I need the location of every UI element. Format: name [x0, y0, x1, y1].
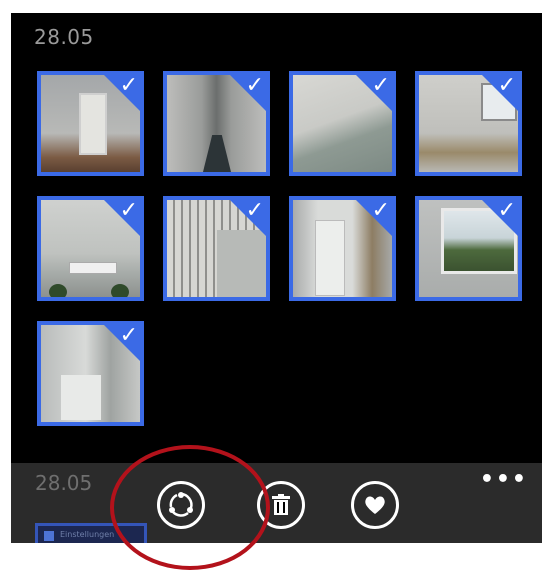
heart-icon: [365, 496, 385, 514]
more-options-icon[interactable]: •••: [480, 467, 528, 492]
checkmark-icon: ✓: [497, 73, 516, 98]
checkmark-icon: ✓: [497, 198, 516, 223]
checkmark-icon: ✓: [119, 73, 138, 98]
peek-thumbnail-text: Einstellungen: [60, 530, 115, 539]
app-bar: 28.05 Einstellungen •••: [11, 463, 542, 543]
photo-thumbnail-window-trees[interactable]: ✓: [415, 196, 522, 301]
checkmark-icon: ✓: [119, 198, 138, 223]
photo-thumbnail-white-doors[interactable]: ✓: [289, 196, 396, 301]
delete-icon: [272, 494, 290, 515]
photo-thumbnail-corridor[interactable]: ✓: [163, 71, 270, 176]
peek-date-header: 28.05: [35, 471, 93, 495]
checkmark-icon: ✓: [371, 73, 390, 98]
photo-thumbnail-office-door[interactable]: ✓: [37, 71, 144, 176]
photo-thumbnail-staircase[interactable]: ✓: [163, 196, 270, 301]
photo-thumbnail-window-corner[interactable]: ✓: [415, 71, 522, 176]
checkmark-icon: ✓: [245, 73, 264, 98]
photo-thumbnail-hall-doorway[interactable]: ✓: [37, 321, 144, 426]
favorite-button[interactable]: [351, 481, 399, 529]
photo-thumbnail-reception-wall[interactable]: ✓: [37, 196, 144, 301]
checkmark-icon: ✓: [245, 198, 264, 223]
annotation-highlight-circle: [110, 445, 270, 570]
phone-screen: 28.05 ✓ ✓ ✓ ✓ ✓ ✓ ✓ ✓ ✓ 28.05 Einstellun…: [11, 13, 542, 543]
checkmark-icon: ✓: [371, 198, 390, 223]
checkmark-icon: ✓: [119, 323, 138, 348]
settings-icon: [44, 531, 54, 541]
date-header: 28.05: [34, 25, 94, 49]
photo-thumbnail-stair-wall[interactable]: ✓: [289, 71, 396, 176]
